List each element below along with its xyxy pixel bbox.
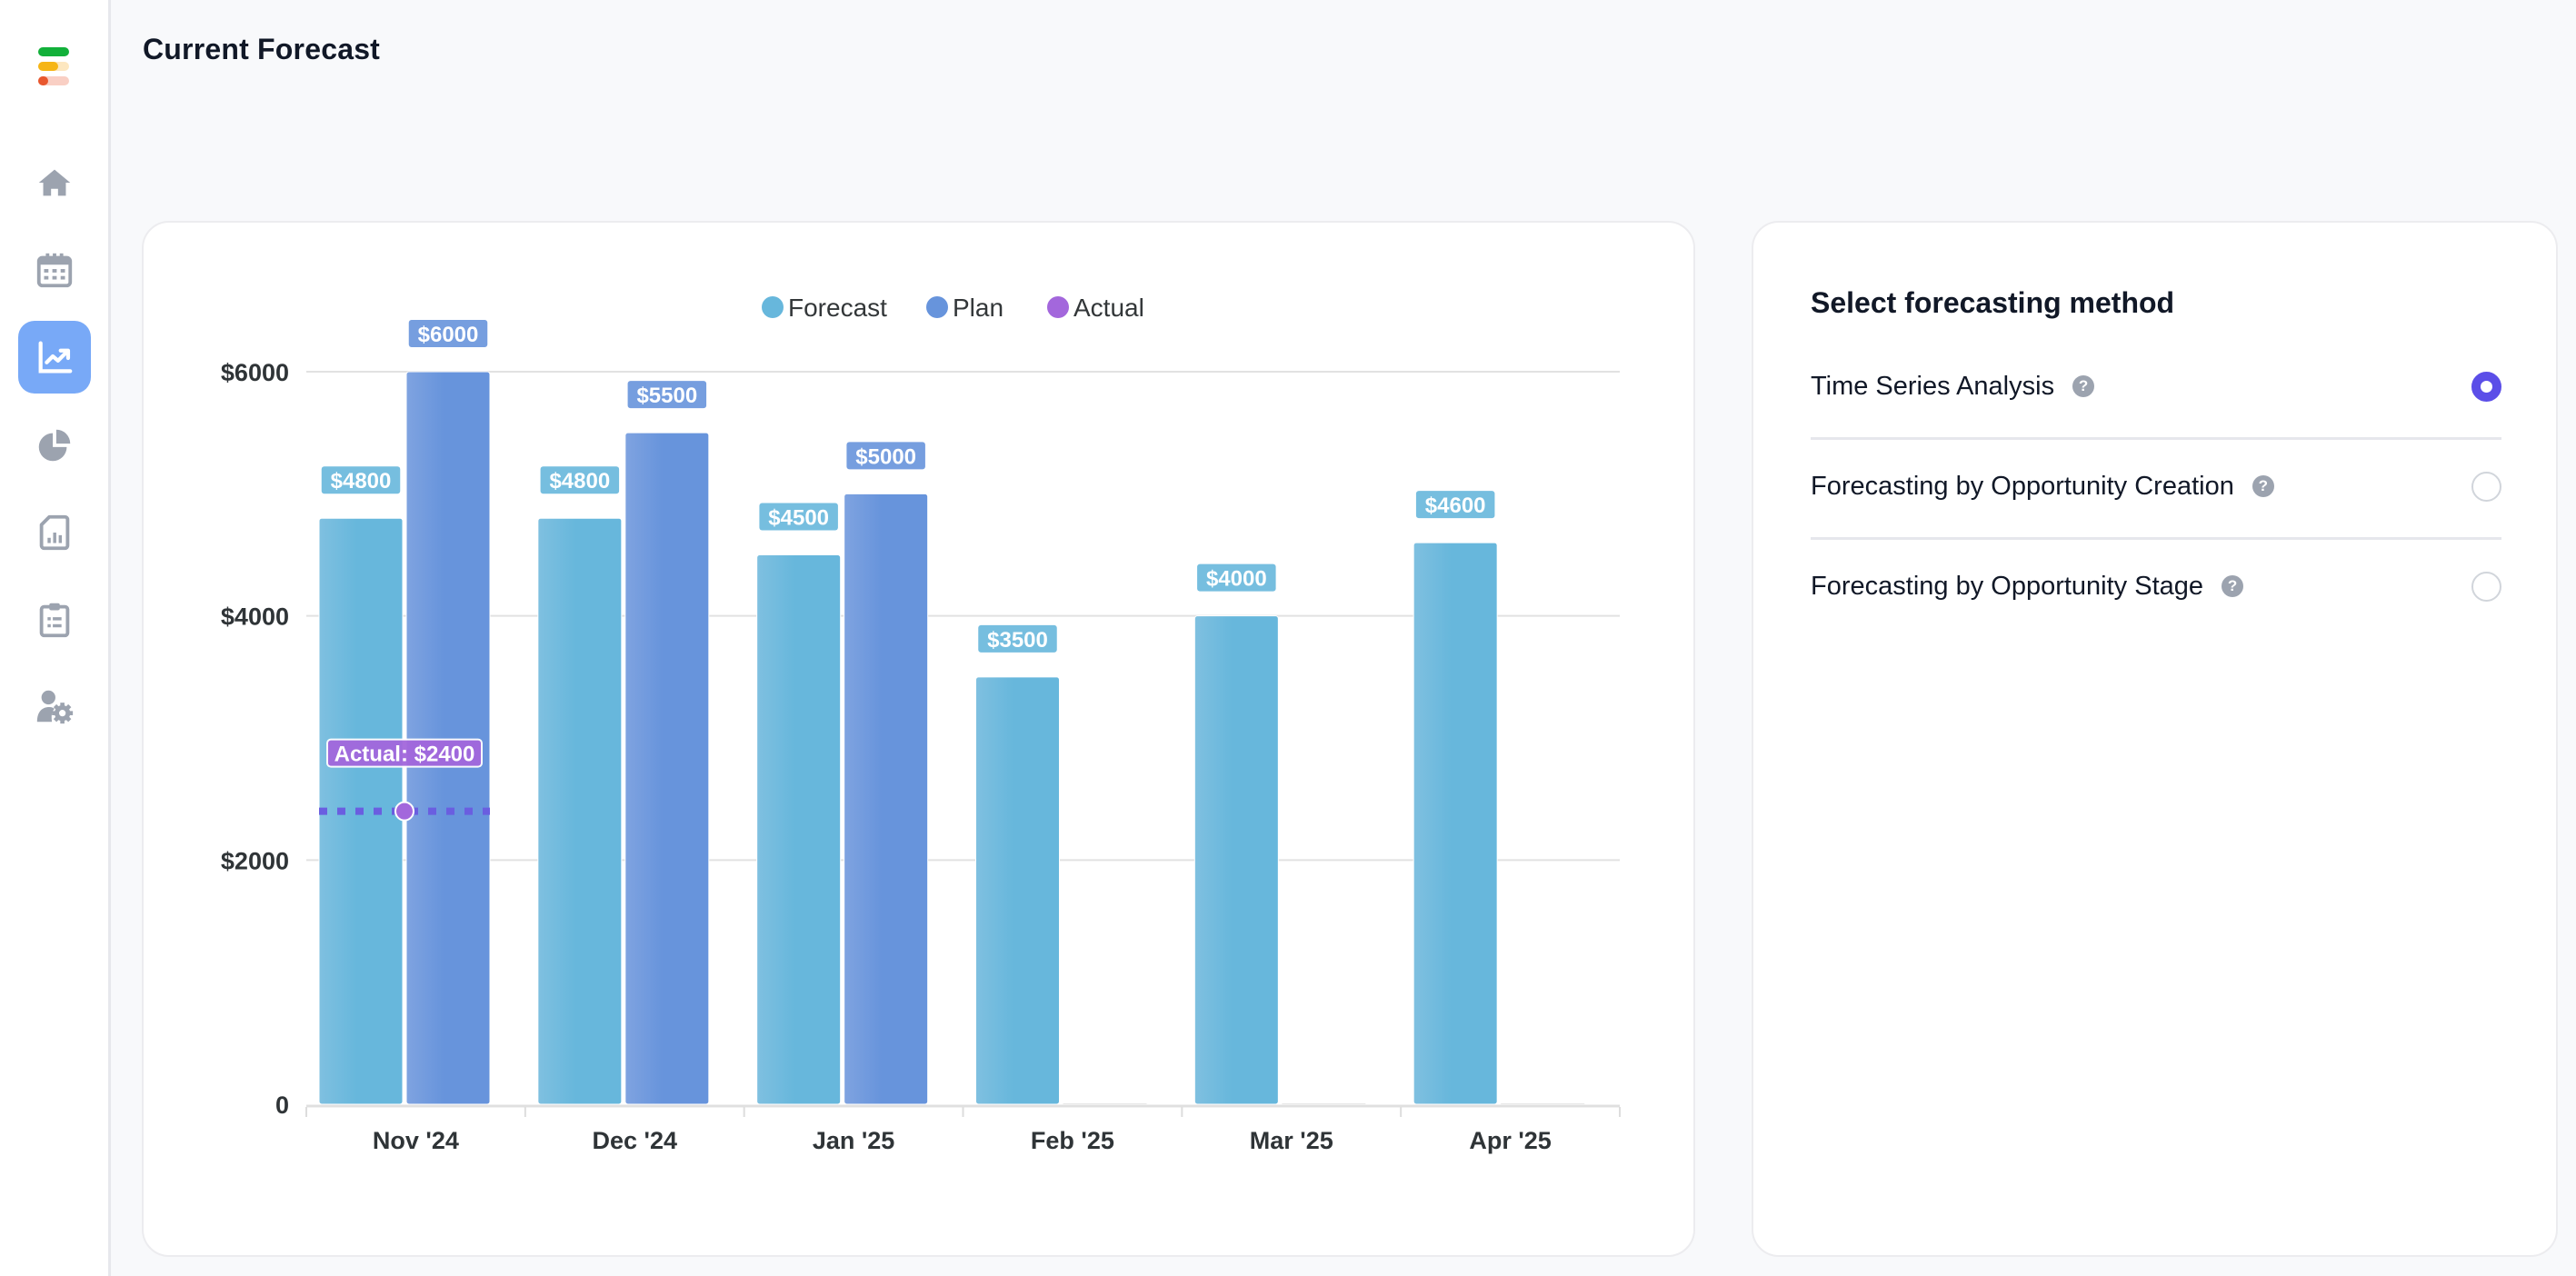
- forecast-value-label: $4500: [768, 506, 829, 531]
- method-option-opportunity-stage[interactable]: Forecasting by Opportunity Stage ?: [1811, 536, 2501, 636]
- sidebar-item-reports[interactable]: [18, 496, 91, 569]
- legend-label-plan: Plan: [953, 294, 1003, 322]
- plan-bar: [624, 432, 710, 1105]
- x-tick-label: Nov '24: [373, 1127, 459, 1154]
- help-icon[interactable]: ?: [2222, 575, 2244, 597]
- sidebar-item-user-settings[interactable]: [18, 670, 91, 743]
- sidebar-item-home[interactable]: [18, 147, 91, 220]
- clipboard-icon: [39, 603, 70, 638]
- y-tick-label: $2000: [221, 847, 289, 874]
- legend-label-actual: Actual: [1073, 294, 1144, 322]
- forecast-bar-chart: 0 $2000 $4000 $6000 Nov '24 Dec '24 Jan '25 Fe…: [221, 294, 1621, 1154]
- forecast-bar: [975, 676, 1060, 1105]
- x-tick-label: Dec '24: [593, 1127, 678, 1154]
- radio-opportunity-creation[interactable]: [2471, 471, 2501, 502]
- legend-swatch-plan: [926, 296, 948, 318]
- sidebar-item-analytics[interactable]: [18, 409, 91, 482]
- forecast-bar: [756, 554, 842, 1105]
- plan-bar: [844, 493, 929, 1105]
- method-option-opportunity-creation[interactable]: Forecasting by Opportunity Creation ?: [1811, 436, 2501, 536]
- plan-bar: [1501, 1103, 1585, 1104]
- plan-value-label: $6000: [418, 323, 479, 347]
- user-settings-icon: [36, 690, 74, 724]
- help-icon[interactable]: ?: [2072, 375, 2095, 397]
- y-tick-label: $4000: [221, 603, 289, 631]
- forecast-value-label: $4600: [1425, 493, 1486, 518]
- forecast-bar: [1413, 542, 1498, 1105]
- page-title: Current Forecast: [143, 33, 381, 65]
- forecast-chart-card: 0 $2000 $4000 $6000 Nov '24 Dec '24 Jan '25 Fe…: [142, 221, 1695, 1257]
- forecast-value-label: $4000: [1206, 567, 1267, 592]
- method-option-time-series[interactable]: Time Series Analysis ?: [1811, 336, 2501, 436]
- legend-label-forecast: Forecast: [788, 294, 887, 322]
- method-option-label: Time Series Analysis: [1811, 371, 2055, 401]
- y-tick-label: 0: [275, 1092, 289, 1119]
- x-tick-label: Feb '25: [1031, 1127, 1114, 1154]
- y-tick-label: $6000: [221, 359, 289, 386]
- pie-chart-icon: [38, 429, 71, 462]
- plan-value-label: $5000: [855, 444, 916, 469]
- forecast-value-label: $4800: [549, 469, 610, 493]
- legend-swatch-forecast: [762, 296, 784, 318]
- sidebar-item-forecast[interactable]: [18, 321, 91, 394]
- radio-opportunity-stage[interactable]: [2471, 571, 2501, 602]
- radio-time-series[interactable]: [2471, 371, 2501, 402]
- forecast-value-label: $4800: [331, 469, 392, 493]
- forecast-bar: [537, 517, 623, 1105]
- trend-chart-icon: [38, 341, 73, 374]
- app-logo[interactable]: [38, 47, 69, 87]
- calendar-icon: [36, 253, 73, 288]
- report-icon: [39, 514, 70, 551]
- method-option-label: Forecasting by Opportunity Creation: [1811, 471, 2234, 501]
- forecast-value-label: $3500: [987, 628, 1048, 653]
- x-tick-label: Jan '25: [813, 1127, 894, 1154]
- sidebar-item-calendar[interactable]: [18, 234, 91, 306]
- forecasting-method-panel: Select forecasting method Time Series An…: [1752, 221, 2558, 1257]
- actual-point: [394, 801, 414, 822]
- legend-swatch-actual: [1047, 296, 1069, 318]
- home-icon: [38, 169, 71, 196]
- method-option-label: Forecasting by Opportunity Stage: [1811, 571, 2204, 601]
- actual-value-label: Actual: $2400: [334, 743, 475, 767]
- plan-bar: [405, 371, 491, 1105]
- forecast-bar: [1193, 615, 1279, 1105]
- plan-bar: [1282, 1103, 1366, 1104]
- plan-value-label: $5500: [636, 384, 697, 408]
- plan-bar: [1063, 1103, 1147, 1104]
- method-panel-title: Select forecasting method: [1811, 286, 2175, 319]
- help-icon[interactable]: ?: [2252, 475, 2274, 497]
- x-tick-label: Apr '25: [1469, 1127, 1551, 1154]
- sidebar-item-tasks[interactable]: [18, 583, 91, 656]
- sidebar: [0, 0, 111, 1276]
- x-tick-label: Mar '25: [1250, 1127, 1333, 1154]
